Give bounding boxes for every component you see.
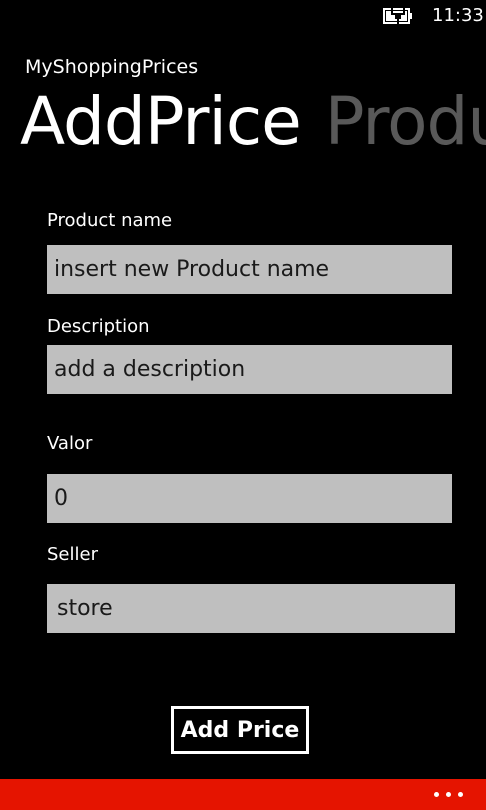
app-title: MyShoppingPrices — [25, 56, 199, 78]
pivot-header: AddPrice Produ — [20, 82, 486, 162]
seller-label: Seller — [47, 544, 98, 565]
add-price-button[interactable]: Add Price — [171, 706, 309, 754]
status-bar: 11:33 — [0, 0, 486, 34]
valor-label: Valor — [47, 433, 93, 454]
description-input[interactable] — [47, 345, 452, 394]
battery-charging-icon — [383, 8, 412, 24]
valor-input[interactable] — [47, 474, 452, 523]
ellipsis-icon[interactable] — [434, 792, 464, 798]
description-label: Description — [47, 316, 150, 337]
pivot-item-products[interactable]: Produ — [325, 83, 486, 160]
seller-input[interactable] — [47, 584, 455, 633]
product-name-label: Product name — [47, 210, 173, 231]
product-name-input[interactable] — [47, 245, 452, 294]
status-time: 11:33 — [432, 5, 484, 26]
pivot-item-addprice[interactable]: AddPrice — [20, 83, 302, 160]
app-bar — [0, 779, 486, 810]
